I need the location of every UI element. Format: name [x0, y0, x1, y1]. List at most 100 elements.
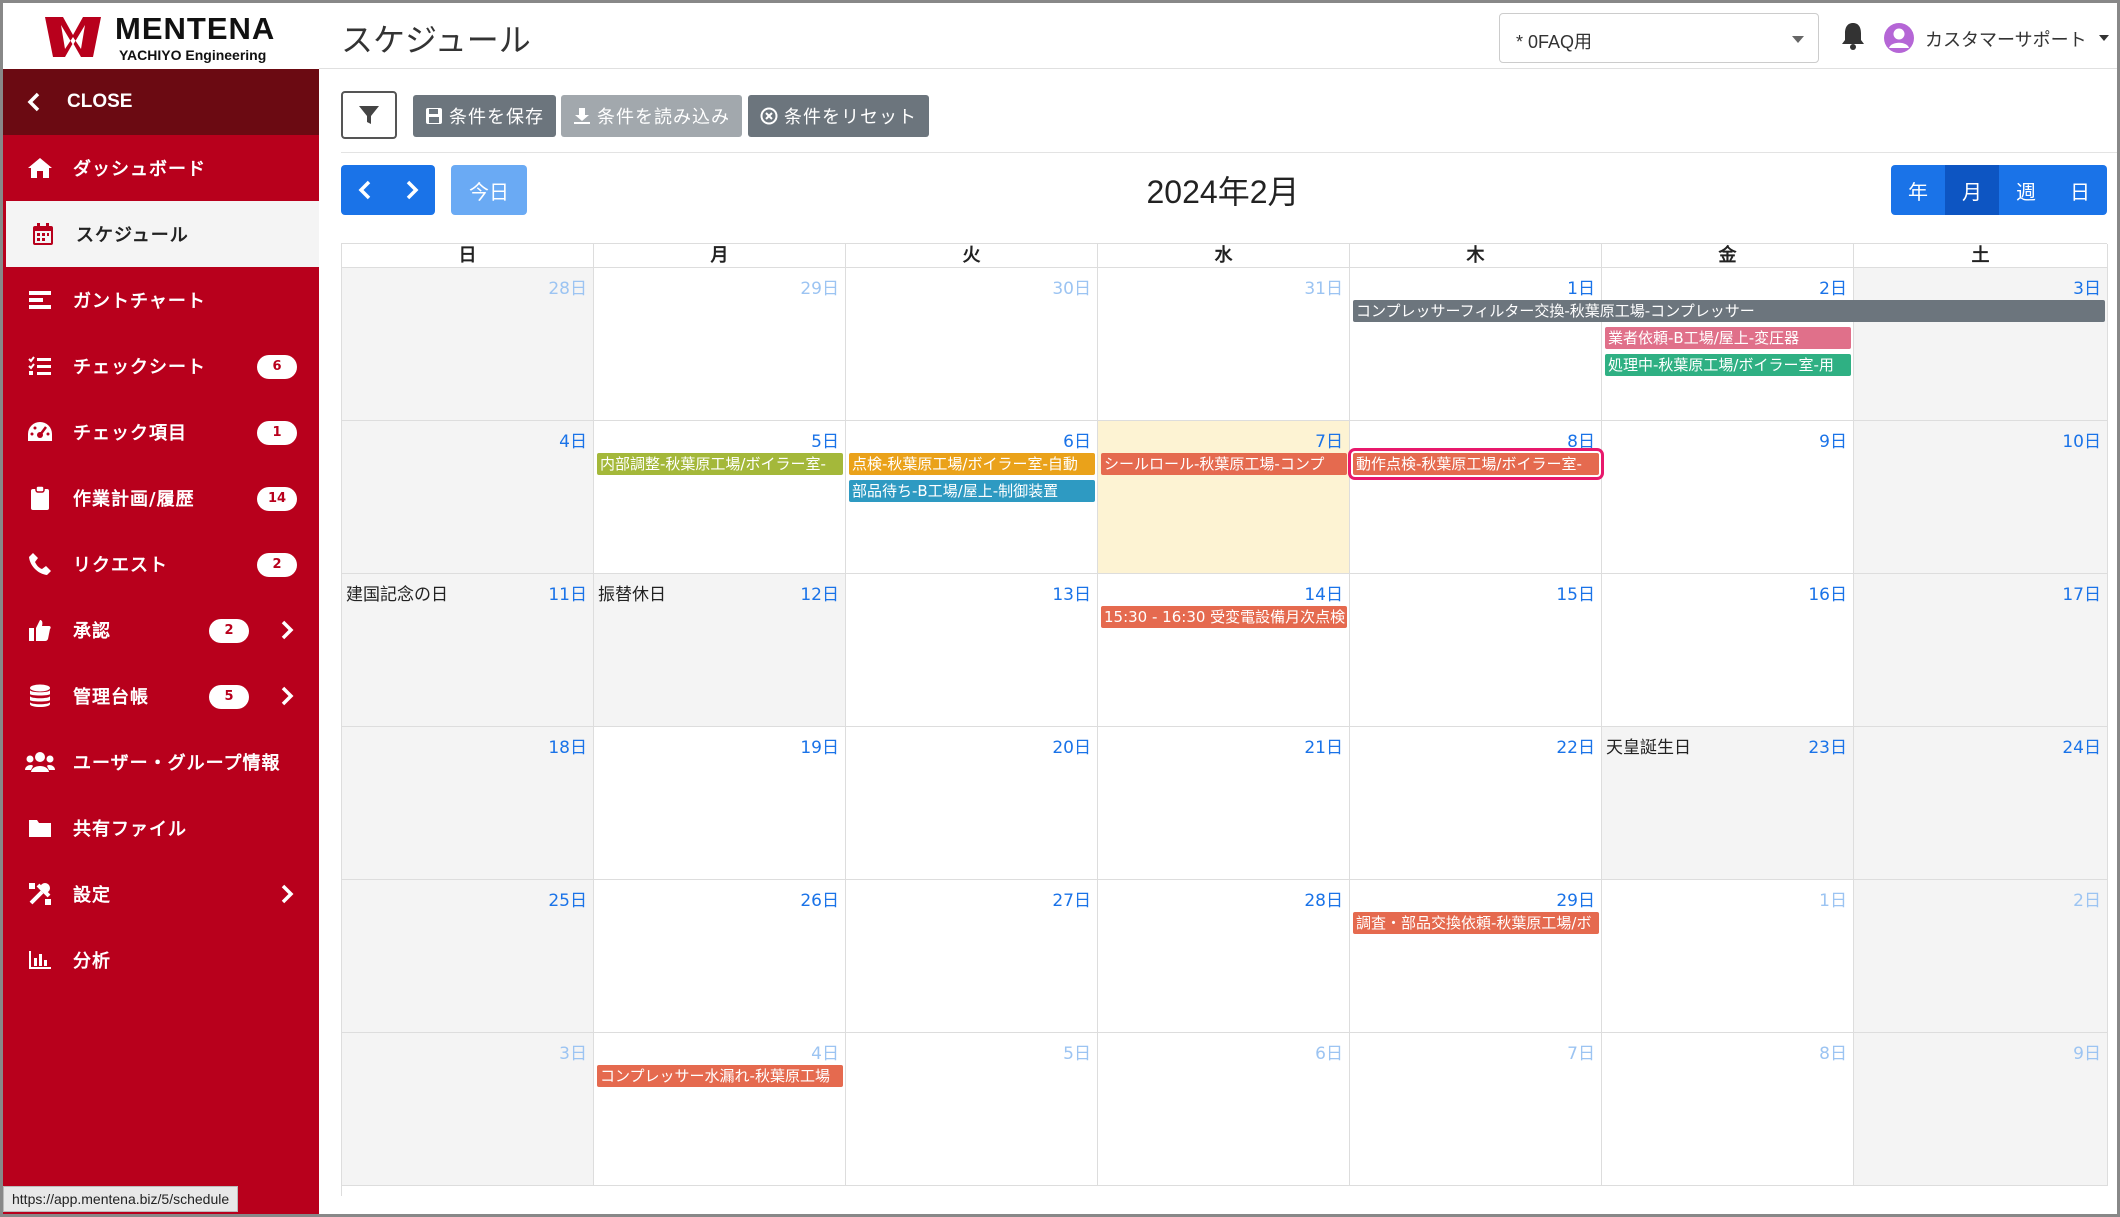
day-cell[interactable]: 11日 建国記念の日	[342, 574, 594, 727]
caret-down-icon[interactable]	[2099, 35, 2109, 41]
sidebar-item-6[interactable]: リクエスト 2	[3, 531, 319, 597]
day-number[interactable]: 26日	[800, 886, 839, 911]
day-cell[interactable]: 28日	[1098, 880, 1350, 1033]
sidebar-item-4[interactable]: チェック項目 1	[3, 399, 319, 465]
day-number[interactable]: 8日	[1567, 427, 1595, 452]
day-number[interactable]: 25日	[548, 886, 587, 911]
avatar-icon[interactable]	[1884, 23, 1914, 53]
bell-icon[interactable]	[1839, 21, 1867, 51]
calendar-event[interactable]: 業者依頼-B工場/屋上-変圧器	[1605, 327, 1851, 349]
day-number[interactable]: 4日	[811, 1039, 839, 1064]
sidebar-item-8[interactable]: 管理台帳 5	[3, 663, 319, 729]
day-cell[interactable]: 4日	[342, 421, 594, 574]
day-number[interactable]: 28日	[548, 274, 587, 299]
view-button-3[interactable]: 日	[2053, 165, 2107, 215]
day-cell[interactable]: 26日	[594, 880, 846, 1033]
day-number[interactable]: 1日	[1819, 886, 1847, 911]
filter-button[interactable]	[341, 91, 397, 139]
day-number[interactable]: 16日	[1808, 580, 1847, 605]
day-number[interactable]: 19日	[800, 733, 839, 758]
day-cell[interactable]: 30日	[846, 268, 1098, 421]
calendar-event[interactable]: 内部調整-秋葉原工場/ボイラー室-	[597, 453, 843, 475]
day-cell[interactable]: 29日	[1350, 880, 1602, 1033]
save-conditions-button[interactable]: 条件を保存	[413, 95, 556, 137]
day-cell[interactable]: 12日 振替休日	[594, 574, 846, 727]
day-number[interactable]: 10日	[2062, 427, 2101, 452]
day-cell[interactable]: 22日	[1350, 727, 1602, 880]
calendar-event[interactable]: 15:30 - 16:30 受変電設備月次点検	[1101, 606, 1347, 628]
day-number[interactable]: 15日	[1556, 580, 1595, 605]
view-button-1[interactable]: 月	[1945, 165, 1999, 215]
day-number[interactable]: 28日	[1304, 886, 1343, 911]
day-number[interactable]: 31日	[1304, 274, 1343, 299]
day-number[interactable]: 29日	[1556, 886, 1595, 911]
calendar-event[interactable]: コンプレッサーフィルター交換-秋葉原工場-コンプレッサー	[1353, 300, 2105, 322]
sidebar-item-7[interactable]: 承認 2	[3, 597, 319, 663]
day-number[interactable]: 30日	[1052, 274, 1091, 299]
day-number[interactable]: 11日	[548, 580, 587, 605]
day-cell[interactable]: 10日	[1854, 421, 2108, 574]
day-number[interactable]: 29日	[800, 274, 839, 299]
day-cell[interactable]: 23日 天皇誕生日	[1602, 727, 1854, 880]
day-cell[interactable]: 29日	[594, 268, 846, 421]
day-cell[interactable]: 20日	[846, 727, 1098, 880]
day-number[interactable]: 18日	[548, 733, 587, 758]
brand-logo[interactable]: MENTENA YACHIYO Engineering	[3, 3, 319, 69]
view-button-2[interactable]: 週	[1999, 165, 2053, 215]
day-cell[interactable]: 1日	[1350, 268, 1602, 421]
day-cell[interactable]: 14日	[1098, 574, 1350, 727]
day-number[interactable]: 23日	[1808, 733, 1847, 758]
sidebar-item-5[interactable]: 作業計画/履歴 14	[3, 465, 319, 531]
calendar-event[interactable]: 部品待ち-B工場/屋上-制御装置	[849, 480, 1095, 502]
day-cell[interactable]: 31日	[1098, 268, 1350, 421]
day-number[interactable]: 1日	[1567, 274, 1595, 299]
day-cell[interactable]: 15日	[1350, 574, 1602, 727]
day-cell[interactable]: 18日	[342, 727, 594, 880]
day-cell[interactable]: 21日	[1098, 727, 1350, 880]
day-number[interactable]: 20日	[1052, 733, 1091, 758]
day-number[interactable]: 12日	[800, 580, 839, 605]
user-menu[interactable]: カスタマーサポート	[1925, 26, 2087, 52]
day-number[interactable]: 5日	[811, 427, 839, 452]
sidebar-item-3[interactable]: チェックシート 6	[3, 333, 319, 399]
day-number[interactable]: 7日	[1315, 427, 1343, 452]
day-cell[interactable]: 13日	[846, 574, 1098, 727]
calendar-event[interactable]: 動作点検-秋葉原工場/ボイラー室-	[1348, 448, 1604, 480]
day-number[interactable]: 9日	[1819, 427, 1847, 452]
day-number[interactable]: 14日	[1304, 580, 1343, 605]
calendar-event[interactable]: シールロール-秋葉原工場-コンプ	[1101, 453, 1347, 475]
day-cell[interactable]: 4日	[594, 1033, 846, 1186]
day-number[interactable]: 24日	[2062, 733, 2101, 758]
day-number[interactable]: 2日	[2073, 886, 2101, 911]
calendar-event[interactable]: 調査・部品交換依頼-秋葉原工場/ボ	[1353, 912, 1599, 934]
view-button-0[interactable]: 年	[1891, 165, 1945, 215]
day-cell[interactable]: 9日	[1854, 1033, 2108, 1186]
day-cell[interactable]: 5日	[846, 1033, 1098, 1186]
load-conditions-button[interactable]: 条件を読み込み	[561, 95, 742, 137]
calendar-event[interactable]: 点検-秋葉原工場/ボイラー室-自動	[849, 453, 1095, 475]
day-cell[interactable]: 2日	[1854, 880, 2108, 1033]
sidebar-close-button[interactable]: CLOSE	[3, 69, 319, 135]
day-number[interactable]: 6日	[1315, 1039, 1343, 1064]
day-cell[interactable]: 24日	[1854, 727, 2108, 880]
sidebar-item-9[interactable]: ユーザー・グループ情報	[3, 729, 319, 795]
day-cell[interactable]: 9日	[1602, 421, 1854, 574]
sidebar-item-10[interactable]: 共有ファイル	[3, 795, 319, 861]
day-number[interactable]: 3日	[2073, 274, 2101, 299]
sidebar-item-12[interactable]: 分析	[3, 927, 319, 993]
day-number[interactable]: 9日	[2073, 1039, 2101, 1064]
day-cell[interactable]: 19日	[594, 727, 846, 880]
sidebar-item-11[interactable]: 設定	[3, 861, 319, 927]
day-number[interactable]: 5日	[1063, 1039, 1091, 1064]
day-cell[interactable]: 7日	[1350, 1033, 1602, 1186]
day-cell[interactable]: 5日	[594, 421, 846, 574]
day-cell[interactable]: 6日	[1098, 1033, 1350, 1186]
day-cell[interactable]: 3日	[342, 1033, 594, 1186]
day-cell[interactable]: 27日	[846, 880, 1098, 1033]
day-number[interactable]: 8日	[1819, 1039, 1847, 1064]
day-cell[interactable]: 28日	[342, 268, 594, 421]
day-number[interactable]: 7日	[1567, 1039, 1595, 1064]
next-month-button[interactable]	[388, 165, 435, 215]
day-cell[interactable]: 7日	[1098, 421, 1350, 574]
day-cell[interactable]: 17日	[1854, 574, 2108, 727]
